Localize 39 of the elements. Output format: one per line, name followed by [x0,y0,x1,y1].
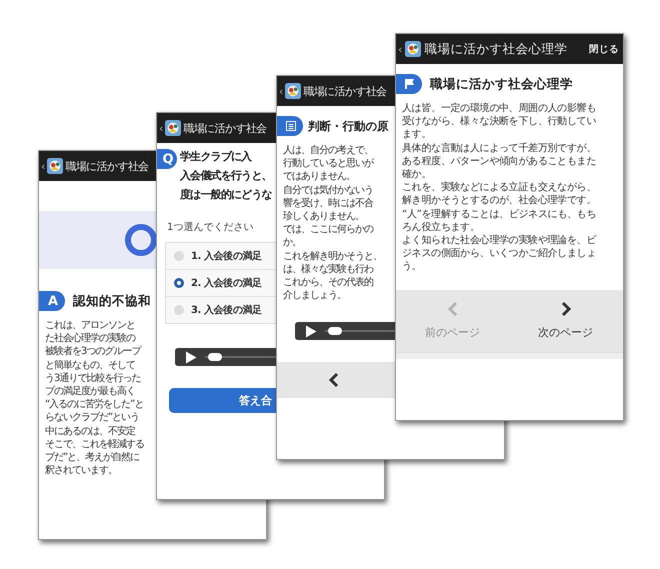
body-text: 人は、自分の考えで、 行動していると思いが ではありません。 自分では気付かないう 響を受け、時には不合 珍しくありません。 では、ここに何らかの か。 これを解き明かそうと、 は、様々な実験も行わ これから、その代表的 介しましょう。 [282,144,383,302]
section-title: 判断・行動の原 [308,118,388,135]
play-icon[interactable] [185,350,197,364]
option-label: 3. 入会後の満足 [191,304,262,317]
next-page-button[interactable]: 次のページ [509,290,622,352]
section-title: 職場に活かす社会心理学 [430,75,573,93]
chevron-left-icon[interactable] [328,372,340,388]
chevron-right-icon[interactable] [560,301,572,318]
radio-button[interactable] [174,305,184,315]
letter-badge: A [39,291,65,311]
radio-button[interactable] [174,251,184,261]
back-button[interactable]: ‹ [41,160,46,172]
app-icon [405,41,422,57]
ring-icon [124,223,156,257]
back-button[interactable]: ‹ [398,42,402,56]
screen-title: 職場に活かす社会 [183,120,268,136]
app-icon [165,120,182,136]
question-text: 学生クラブに入 入会儀式を行うと、 度は一般的にどうな [180,149,272,203]
screen-title: 職場に活かす社会 [303,84,388,98]
radio-button[interactable] [174,278,184,288]
screen-title: 職場に活かす社会 [65,158,150,174]
section-title: 認知的不協和 [73,292,151,310]
letter-badge: Q [157,149,177,169]
play-icon[interactable] [305,324,317,338]
close-button[interactable]: 閉じる [589,42,619,56]
progress-thumb[interactable] [328,327,342,336]
app-icon [47,158,64,174]
back-button[interactable]: ‹ [279,84,284,98]
instruction-text: 1つ選んでください [166,221,254,234]
progress-thumb[interactable] [208,353,222,361]
option-label: 2. 入会後の満足 [191,276,262,290]
body-text: これは、アロンソンと た社会心理学の実験の 被験者を3つのグループ と簡単なもの、そして う3通りで比較を行った プの満足度が最も高く “入るのに苦労をした”と らないクラブだ”という 中にあるのは、不安定 そこで、これを軽減する ブだ”と、考えが自然に 釈されています。 [44,319,145,478]
app-icon [285,83,302,99]
option-label: 1. 入会後の満足 [191,250,262,263]
back-button[interactable]: ‹ [159,122,164,134]
answer-button[interactable]: 答え合 [169,388,276,413]
body-text: 人は皆、一定の環境の中、周囲の人の影響も 受けながら、様々な決断を下し、行動してい ます。 具体的な言動は人によって千差万別ですが、 ある程度、パターンや傾向があることもまた 確か。 これを、実験などによる立証も交えながら、 解き明かそうとするのが、社会心理学です。 “人”を理解することは、ビジネスにも、もち ろん役立ちます。 よく知られた社会心理学の実験や理論を、ビ ジネスの側面から、いくつかご紹介しましょ う。 [401,102,598,274]
screen-title: 職場に活かす社会心理学 [424,40,568,58]
answer-option[interactable]: 1. 入会後の満足 [166,243,276,269]
